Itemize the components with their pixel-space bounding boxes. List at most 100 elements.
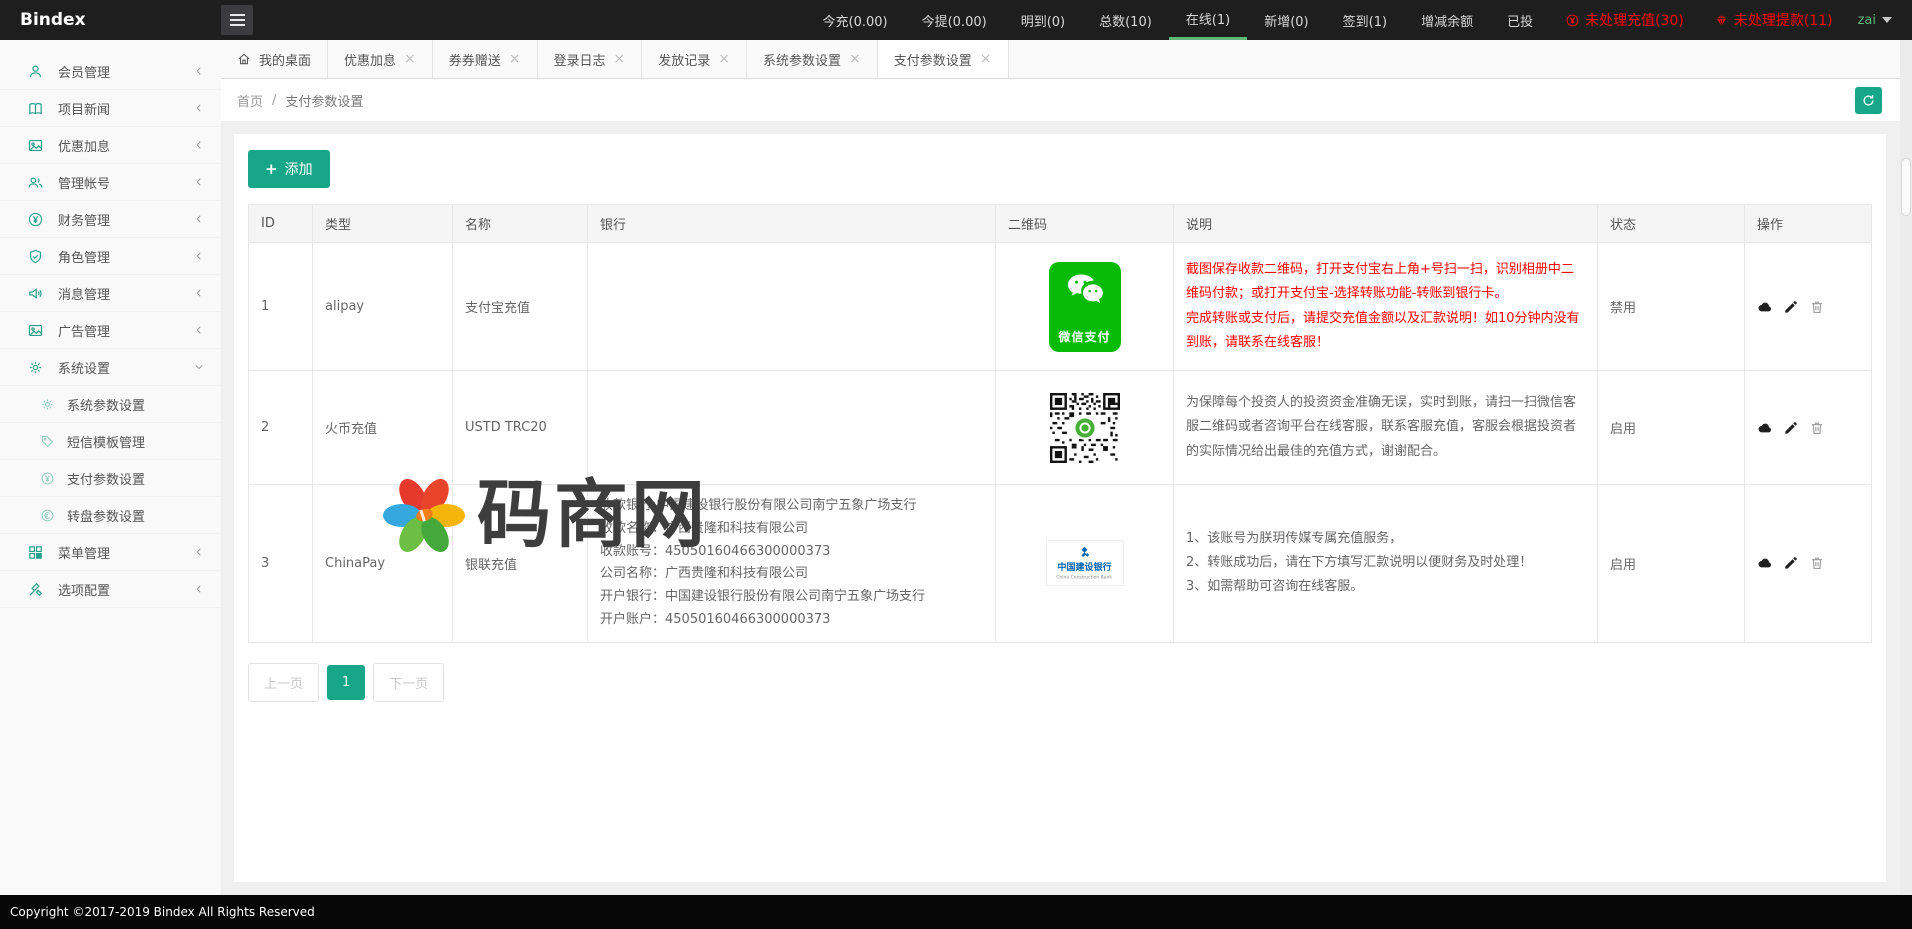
pending-withdraw-label: 未处理提款(11) <box>1734 10 1833 30</box>
grid-icon <box>27 544 44 561</box>
euro-circle-icon <box>40 508 55 523</box>
qr-code-image <box>1050 393 1120 463</box>
payment-params-table: ID 类型 名称 银行 二维码 说明 状态 操作 1 <box>248 204 1872 643</box>
pending-recharge-alert[interactable]: 未处理充值(30) <box>1550 0 1699 40</box>
breadcrumb: 首页 / 支付参数设置 <box>221 79 1912 121</box>
delete-icon[interactable] <box>1809 555 1825 571</box>
sidebar-item-finance[interactable]: 财务管理 <box>0 201 221 238</box>
sidebar-item-messages[interactable]: 消息管理 <box>0 275 221 312</box>
sidebar-item-sms-templates[interactable]: 短信模板管理 <box>0 423 221 460</box>
page-1-button[interactable]: 1 <box>327 665 365 700</box>
home-icon <box>237 52 251 66</box>
copyright-text: Copyright ©2017-2019 Bindex All Rights R… <box>10 905 315 919</box>
content-area: 我的桌面 优惠加息 × 券券赠送 × 登录日志 × 发放记录 × 系统参数设置 … <box>221 40 1912 895</box>
stat-online[interactable]: 在线(1) <box>1169 0 1247 40</box>
breadcrumb-current: 支付参数设置 <box>285 91 363 110</box>
stat-due-tomorrow[interactable]: 明到(0) <box>1004 0 1082 40</box>
image-icon <box>27 322 44 339</box>
edit-icon[interactable] <box>1783 299 1799 315</box>
breadcrumb-home-link[interactable]: 首页 <box>237 91 263 110</box>
edit-icon[interactable] <box>1783 420 1799 436</box>
close-icon[interactable]: × <box>509 52 521 66</box>
sidebar-item-roles[interactable]: 角色管理 <box>0 238 221 275</box>
cell-actions <box>1745 243 1872 371</box>
close-icon[interactable]: × <box>849 52 861 66</box>
stat-total[interactable]: 总数(10) <box>1082 0 1169 40</box>
user-menu[interactable]: zai <box>1848 0 1912 40</box>
cell-actions <box>1745 371 1872 485</box>
sidebar-item-option-config[interactable]: 选项配置 <box>0 571 221 608</box>
username: zai <box>1858 13 1876 28</box>
chevron-left-icon <box>193 583 205 595</box>
sidebar-item-ads[interactable]: 广告管理 <box>0 312 221 349</box>
chevron-left-icon <box>193 324 205 336</box>
wechat-pay-logo: 微信支付 <box>1049 262 1121 352</box>
sidebar-item-project-news[interactable]: 项目新闻 <box>0 90 221 127</box>
refresh-button[interactable] <box>1855 87 1882 114</box>
main-panel: + 添加 ID 类型 名称 银行 二维码 <box>221 121 1912 895</box>
cloud-upload-icon[interactable] <box>1757 420 1773 436</box>
stat-invested[interactable]: 已投 <box>1490 0 1550 40</box>
sidebar-item-discount-interest[interactable]: 优惠加息 <box>0 127 221 164</box>
sidebar-item-payment-params[interactable]: 支付参数设置 <box>0 460 221 497</box>
close-icon[interactable]: × <box>404 52 416 66</box>
sidebar-item-members[interactable]: 会员管理 <box>0 53 221 90</box>
table-row: 1 alipay 支付宝充值 微信支付 <box>249 243 1872 371</box>
scrollbar-thumb[interactable] <box>1901 158 1911 216</box>
tab-coupon-gift[interactable]: 券券赠送 × <box>433 40 538 78</box>
plus-icon: + <box>265 162 278 177</box>
sidebar: 会员管理 项目新闻 优惠加息 管理帐号 财务管理 角色管理 <box>0 40 221 895</box>
cloud-upload-icon[interactable] <box>1757 299 1773 315</box>
close-icon[interactable]: × <box>718 52 730 66</box>
tab-bar: 我的桌面 优惠加息 × 券券赠送 × 登录日志 × 发放记录 × 系统参数设置 … <box>221 40 1912 79</box>
prev-page-button[interactable]: 上一页 <box>248 663 319 702</box>
stat-new[interactable]: 新增(0) <box>1247 0 1325 40</box>
add-button[interactable]: + 添加 <box>248 150 330 188</box>
sidebar-item-admin-accounts[interactable]: 管理帐号 <box>0 164 221 201</box>
tab-system-params[interactable]: 系统参数设置 × <box>747 40 878 78</box>
tab-discount-interest[interactable]: 优惠加息 × <box>328 40 433 78</box>
cell-description: 1、该账号为朕玥传媒专属充值服务， 2、转账成功后，请在下方填写汇款说明以便财务… <box>1174 485 1598 643</box>
cell-status: 启用 <box>1598 371 1745 485</box>
delete-icon[interactable] <box>1809 299 1825 315</box>
tab-payment-params[interactable]: 支付参数设置 × <box>878 40 1009 78</box>
cell-name: 支付宝充值 <box>453 243 588 371</box>
cell-status: 禁用 <box>1598 243 1745 371</box>
cell-qrcode: 微信支付 <box>996 243 1174 371</box>
sidebar-item-wheel-params[interactable]: 转盘参数设置 <box>0 497 221 534</box>
footer: Copyright ©2017-2019 Bindex All Rights R… <box>0 895 1912 929</box>
edit-icon[interactable] <box>1783 555 1799 571</box>
tab-login-log[interactable]: 登录日志 × <box>538 40 643 78</box>
stat-signin[interactable]: 签到(1) <box>1326 0 1404 40</box>
col-header-id: ID <box>249 205 313 243</box>
ccb-bank-logo: 中国建设银行 China Construction Bank <box>1046 540 1124 586</box>
tab-my-desktop[interactable]: 我的桌面 <box>221 40 328 78</box>
sidebar-item-menu-management[interactable]: 菜单管理 <box>0 534 221 571</box>
sidebar-toggle-button[interactable] <box>221 5 253 35</box>
vertical-scrollbar[interactable] <box>1900 40 1912 895</box>
cell-bank <box>588 243 996 371</box>
col-header-bank: 银行 <box>588 205 996 243</box>
chevron-left-icon <box>193 65 205 77</box>
sidebar-item-system-params[interactable]: 系统参数设置 <box>0 386 221 423</box>
caret-down-icon <box>1882 17 1892 23</box>
next-page-button[interactable]: 下一页 <box>373 663 444 702</box>
close-icon[interactable]: × <box>614 52 626 66</box>
pending-withdraw-alert[interactable]: 未处理提款(11) <box>1699 0 1848 40</box>
close-icon[interactable]: × <box>980 52 992 66</box>
stat-today-withdraw[interactable]: 今提(0.00) <box>905 0 1004 40</box>
content-card: + 添加 ID 类型 名称 银行 二维码 <box>234 134 1886 882</box>
stat-today-recharge[interactable]: 今充(0.00) <box>806 0 905 40</box>
delete-icon[interactable] <box>1809 420 1825 436</box>
cell-id: 3 <box>249 485 313 643</box>
cell-status: 启用 <box>1598 485 1745 643</box>
tab-grant-record[interactable]: 发放记录 × <box>642 40 747 78</box>
col-header-qrcode: 二维码 <box>996 205 1174 243</box>
cell-qrcode <box>996 371 1174 485</box>
cell-name: USTD TRC20 <box>453 371 588 485</box>
users-icon <box>27 174 44 191</box>
cell-description: 截图保存收款二维码，打开支付宝右上角+号扫一扫，识别相册中二维码付款；或打开支付… <box>1174 243 1598 371</box>
sidebar-item-system-settings[interactable]: 系统设置 <box>0 349 221 386</box>
cloud-upload-icon[interactable] <box>1757 555 1773 571</box>
stat-adjust-balance[interactable]: 增减余额 <box>1404 0 1490 40</box>
